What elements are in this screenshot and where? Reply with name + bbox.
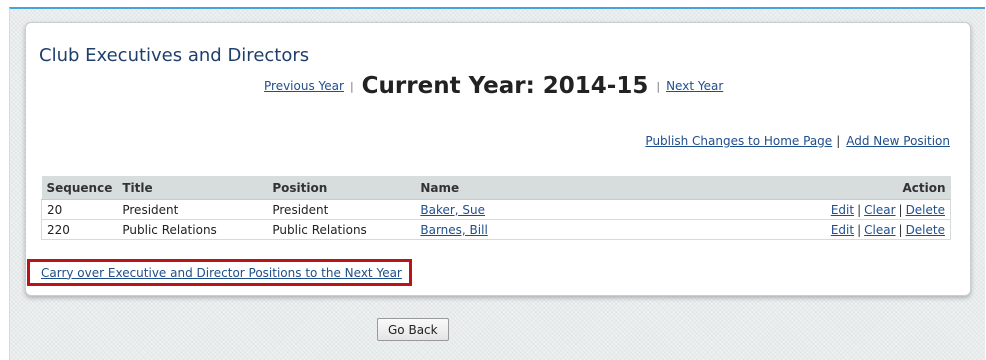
column-header-sequence: Sequence — [41, 176, 118, 200]
cell-title: President — [117, 199, 268, 220]
separator: | — [836, 134, 841, 148]
member-name-link[interactable]: Barnes, Bill — [420, 223, 487, 237]
cell-actions: Edit | Clear | Delete — [620, 199, 952, 220]
publish-changes-link[interactable]: Publish Changes to Home Page — [645, 134, 832, 148]
page-title: Club Executives and Directors — [39, 45, 310, 66]
separator: | — [656, 79, 661, 93]
go-back-button[interactable]: Go Back — [377, 318, 449, 341]
positions-table: Sequence Title Position Name Action 20 P… — [41, 176, 952, 240]
table-row: 20 President President Baker, Sue Edit | C… — [41, 199, 952, 220]
edit-link[interactable]: Edit — [831, 223, 854, 237]
cell-name: Baker, Sue — [415, 199, 621, 220]
cell-position: President — [267, 199, 416, 220]
clear-link[interactable]: Clear — [864, 203, 895, 217]
cell-title: Public Relations — [117, 219, 268, 240]
column-header-title: Title — [117, 176, 268, 200]
add-new-position-link[interactable]: Add New Position — [846, 134, 950, 148]
table-header-row: Sequence Title Position Name Action — [41, 176, 951, 200]
cell-sequence: 20 — [41, 199, 118, 220]
page: Club Executives and Directors Previous Y… — [0, 0, 986, 360]
carry-over-highlight: Carry over Executive and Director Positi… — [27, 259, 412, 286]
edit-link[interactable]: Edit — [831, 203, 854, 217]
current-year-heading: Current Year: 2014-15 — [361, 73, 649, 99]
carry-over-positions-link[interactable]: Carry over Executive and Director Positi… — [41, 266, 402, 280]
separator: | — [898, 202, 903, 217]
cell-position: Public Relations — [267, 219, 416, 240]
member-name-link[interactable]: Baker, Sue — [420, 203, 485, 217]
previous-year-link[interactable]: Previous Year — [264, 79, 344, 93]
separator: | — [857, 202, 862, 217]
separator: | — [898, 222, 903, 237]
column-header-action: Action — [620, 176, 951, 200]
separator: | — [857, 222, 862, 237]
separator: | — [349, 79, 354, 93]
cell-sequence: 220 — [41, 219, 118, 240]
column-header-position: Position — [267, 176, 416, 200]
year-navigation: Previous Year | Current Year: 2014-15 | … — [264, 70, 723, 102]
delete-link[interactable]: Delete — [906, 203, 945, 217]
table-row: 220 Public Relations Public Relations Ba… — [41, 219, 952, 240]
next-year-link[interactable]: Next Year — [666, 79, 723, 93]
clear-link[interactable]: Clear — [864, 223, 895, 237]
delete-link[interactable]: Delete — [906, 223, 945, 237]
cell-actions: Edit | Clear | Delete — [620, 219, 952, 240]
column-header-name: Name — [415, 176, 621, 200]
cell-name: Barnes, Bill — [415, 219, 621, 240]
top-actions: Publish Changes to Home Page | Add New P… — [645, 134, 950, 148]
